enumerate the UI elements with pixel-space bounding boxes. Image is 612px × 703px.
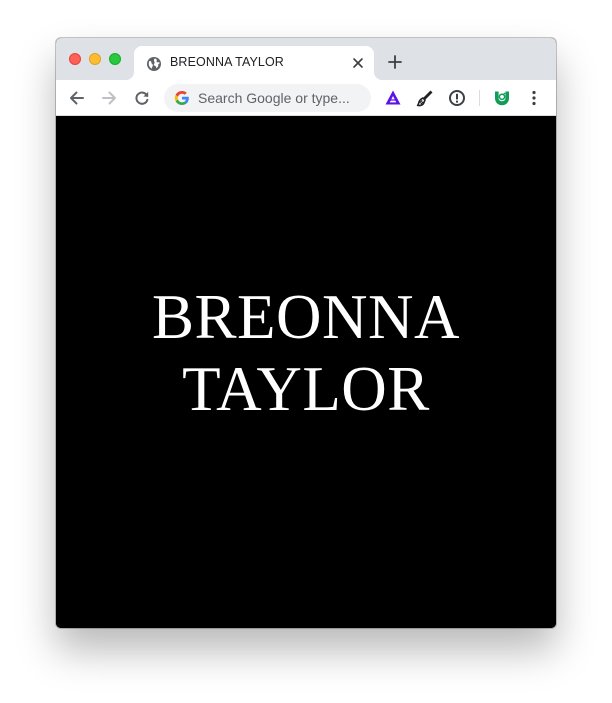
google-g-icon bbox=[174, 91, 189, 105]
page-heading: BREONNA TAYLOR bbox=[56, 281, 556, 425]
brush-extension-icon[interactable] bbox=[415, 88, 435, 108]
new-tab-plus-icon[interactable] bbox=[387, 54, 403, 70]
forward-arrow-icon[interactable] bbox=[99, 88, 119, 108]
info-extension-icon[interactable] bbox=[447, 88, 467, 108]
tab-title: BREONNA TAYLOR bbox=[170, 55, 284, 69]
heading-line-2: TAYLOR bbox=[182, 354, 430, 424]
omnibox-placeholder: Search Google or type... bbox=[198, 90, 350, 106]
back-arrow-icon[interactable] bbox=[67, 88, 87, 108]
omnibox[interactable]: Search Google or type... bbox=[164, 84, 371, 112]
kebab-menu-icon[interactable] bbox=[524, 88, 544, 108]
page-content: BREONNA TAYLOR bbox=[56, 116, 556, 628]
globe-icon bbox=[147, 57, 161, 71]
window-minimize-button[interactable] bbox=[89, 53, 101, 65]
toolbar-divider bbox=[479, 90, 480, 106]
browser-toolbar: Search Google or type... bbox=[56, 80, 556, 116]
browser-window: BREONNA TAYLOR Search Google or type... … bbox=[56, 38, 556, 628]
window-maximize-button[interactable] bbox=[109, 53, 121, 65]
heading-line-1: BREONNA bbox=[151, 282, 460, 352]
reload-icon[interactable] bbox=[132, 88, 152, 108]
tab-breonna-taylor[interactable]: BREONNA TAYLOR bbox=[134, 46, 374, 80]
triangle-extension-icon[interactable] bbox=[383, 88, 403, 108]
window-close-button[interactable] bbox=[69, 53, 81, 65]
green-shield-extension-icon[interactable] bbox=[492, 88, 512, 108]
tab-close-icon[interactable] bbox=[350, 55, 366, 71]
tab-strip: BREONNA TAYLOR bbox=[56, 38, 556, 80]
